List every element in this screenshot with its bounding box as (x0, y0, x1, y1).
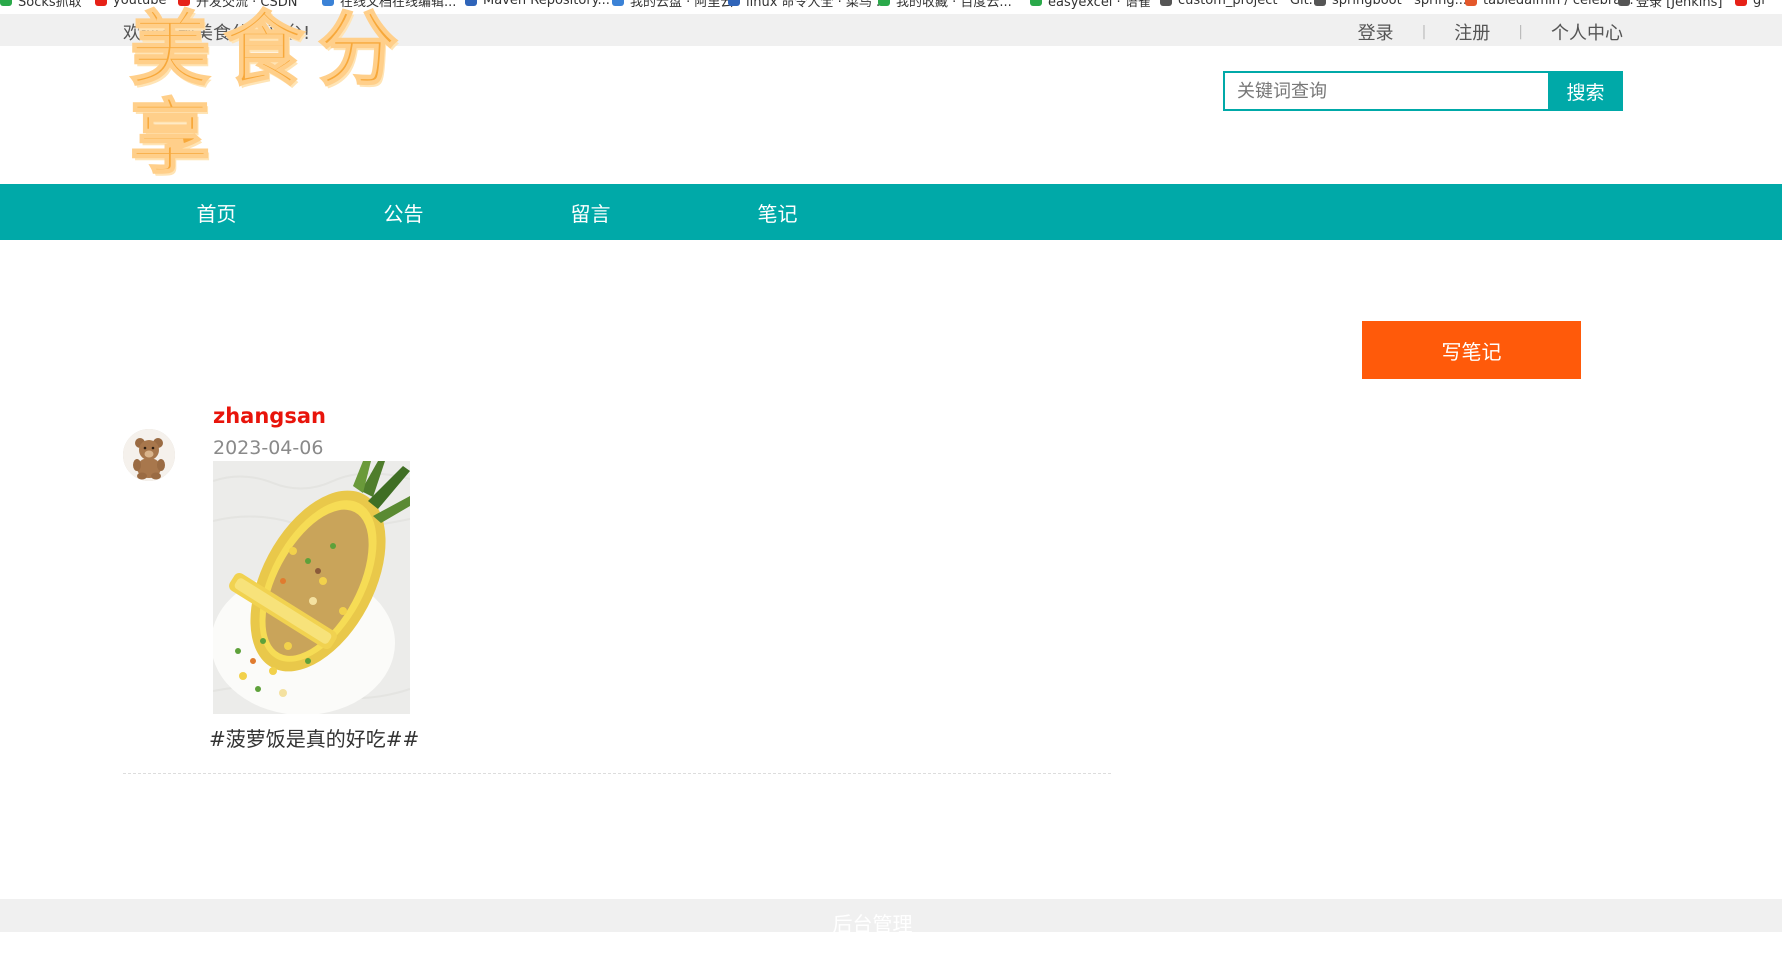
bookmark-favicon-icon (612, 0, 624, 6)
bookmark-item[interactable]: springboot · spring... (1314, 0, 1467, 8)
bookmark-item[interactable]: 我的云盘 · 阿里云 (612, 0, 734, 10)
write-note-button[interactable]: 写笔记 (1362, 321, 1581, 379)
nav-item-home[interactable]: 首页 (123, 184, 310, 240)
post-username[interactable]: zhangsan (213, 404, 326, 428)
page: Socks抓取 youtube 开发交流 · CSDN 在线文档在线编辑... Mave… (0, 0, 1782, 959)
profile-link[interactable]: 个人中心 (1551, 19, 1623, 45)
bookmark-favicon-icon (95, 0, 107, 6)
bookmark-favicon-icon (1735, 0, 1747, 6)
bookmark-label: Maven Repository... (483, 0, 610, 8)
main-nav: 首页 公告 留言 笔记 (0, 184, 1782, 240)
bookmark-item[interactable]: easyexcel · 语雀 (1030, 0, 1151, 10)
post-content: #菠萝饭是真的好吃## (209, 727, 420, 751)
search-input[interactable] (1223, 71, 1548, 111)
bookmark-label: tabledaimin / celebra... (1483, 0, 1634, 8)
account-links: 登录 | 注册 | 个人中心 (1358, 19, 1623, 45)
bookmark-label: Socks抓取 (18, 0, 82, 10)
post-image[interactable] (213, 461, 410, 714)
bookmark-label: custom_project · Git... (1178, 0, 1322, 8)
nav-item-notice[interactable]: 公告 (310, 184, 497, 240)
footer: 后台管理 (0, 899, 1782, 936)
bookmark-label: 登录 [Jenkins] (1636, 0, 1723, 10)
bookmark-favicon-icon (0, 0, 12, 6)
bookmark-favicon-icon (878, 0, 890, 6)
post-divider (123, 773, 1111, 774)
bookmark-item[interactable]: Socks抓取 (0, 0, 82, 10)
search-box: 搜索 (1223, 71, 1623, 111)
link-separator: | (1518, 24, 1523, 40)
bookmark-favicon-icon (728, 0, 740, 6)
pineapple-rice-photo (213, 461, 410, 714)
avatar[interactable] (123, 429, 175, 481)
nav-item-messages[interactable]: 留言 (497, 184, 684, 240)
bookmark-item[interactable]: linux 命令大全 · 菜鸟 ... (728, 0, 889, 10)
bookmark-favicon-icon (1314, 0, 1326, 6)
bookmark-item[interactable]: gi (1735, 0, 1765, 8)
logo-text: 美食分享 (129, 3, 412, 184)
nav-item-notes[interactable]: 笔记 (684, 184, 871, 240)
bookmark-label: 我的云盘 · 阿里云 (630, 0, 734, 10)
bookmark-favicon-icon (1618, 0, 1630, 6)
teddy-bear-icon (123, 429, 175, 481)
bookmark-label: springboot · spring... (1332, 0, 1467, 8)
search-button[interactable]: 搜索 (1548, 71, 1623, 111)
bookmark-item[interactable]: Maven Repository... (465, 0, 610, 8)
login-link[interactable]: 登录 (1358, 19, 1394, 45)
bookmark-item[interactable]: tabledaimin / celebra... (1465, 0, 1634, 8)
bookmark-favicon-icon (1030, 0, 1042, 6)
bookmark-favicon-icon (465, 0, 477, 6)
bookmark-item[interactable]: 登录 [Jenkins] (1618, 0, 1723, 10)
link-separator: | (1421, 24, 1427, 40)
bookmark-favicon-icon (1465, 0, 1477, 6)
site-logo[interactable]: 美食分享 (129, 5, 460, 183)
bookmark-item[interactable]: 我的收藏 · 百度云... (878, 0, 1012, 10)
bookmark-label: gi (1753, 0, 1765, 8)
bookmark-label: 我的收藏 · 百度云... (896, 0, 1012, 10)
bookmark-label: linux 命令大全 · 菜鸟 ... (746, 0, 889, 10)
register-link[interactable]: 注册 (1454, 19, 1490, 45)
bookmark-favicon-icon (1160, 0, 1172, 6)
bookmark-item[interactable]: custom_project · Git... (1160, 0, 1322, 8)
post-date: 2023-04-06 (213, 437, 324, 459)
admin-link[interactable]: 后台管理 (0, 908, 1745, 937)
bookmark-label: easyexcel · 语雀 (1048, 0, 1151, 10)
